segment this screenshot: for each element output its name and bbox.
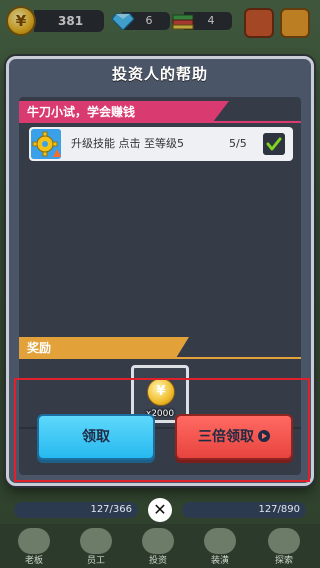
nav-item-staff[interactable]: 员工 (70, 526, 122, 566)
explore-icon (268, 528, 300, 554)
boss-icon (18, 528, 50, 554)
task-section-banner: 牛刀小试，学会赚钱 (19, 101, 229, 123)
task-section-divider (19, 121, 301, 123)
reward-section-divider (19, 357, 301, 359)
staff-icon (80, 528, 112, 554)
nav-item-decor[interactable]: 装潢 (194, 526, 246, 566)
checkmark-icon (263, 133, 285, 155)
stat-bar-right: 127/890 (182, 502, 306, 518)
bottom-nav: 老板 员工 投资 装潢 探索 (0, 524, 320, 568)
highlight-box (14, 378, 310, 482)
nav-label: 投资 (148, 556, 167, 566)
task-progress: 5/5 (229, 137, 247, 150)
task-row: 升级技能 点击 至等级5 5/5 (29, 127, 293, 161)
stat-bar-left: 127/366 (14, 502, 138, 518)
nav-item-invest[interactable]: 投资 (132, 526, 184, 566)
nav-label: 老板 (24, 556, 43, 566)
nav-item-explore[interactable]: 探索 (258, 526, 310, 566)
close-icon[interactable]: ✕ (148, 498, 172, 522)
dialog-title: 投资人的帮助 (111, 65, 208, 83)
reward-section-banner: 奖励 (19, 337, 189, 359)
nav-label: 员工 (86, 556, 105, 566)
nav-item-boss[interactable]: 老板 (8, 526, 60, 566)
nav-label: 装潢 (210, 556, 229, 566)
nav-label: 探索 (274, 556, 293, 566)
task-description: 升级技能 点击 至等级5 (71, 137, 184, 150)
invest-icon (142, 528, 174, 554)
decor-icon (204, 528, 236, 554)
gear-upgrade-icon (31, 129, 61, 159)
